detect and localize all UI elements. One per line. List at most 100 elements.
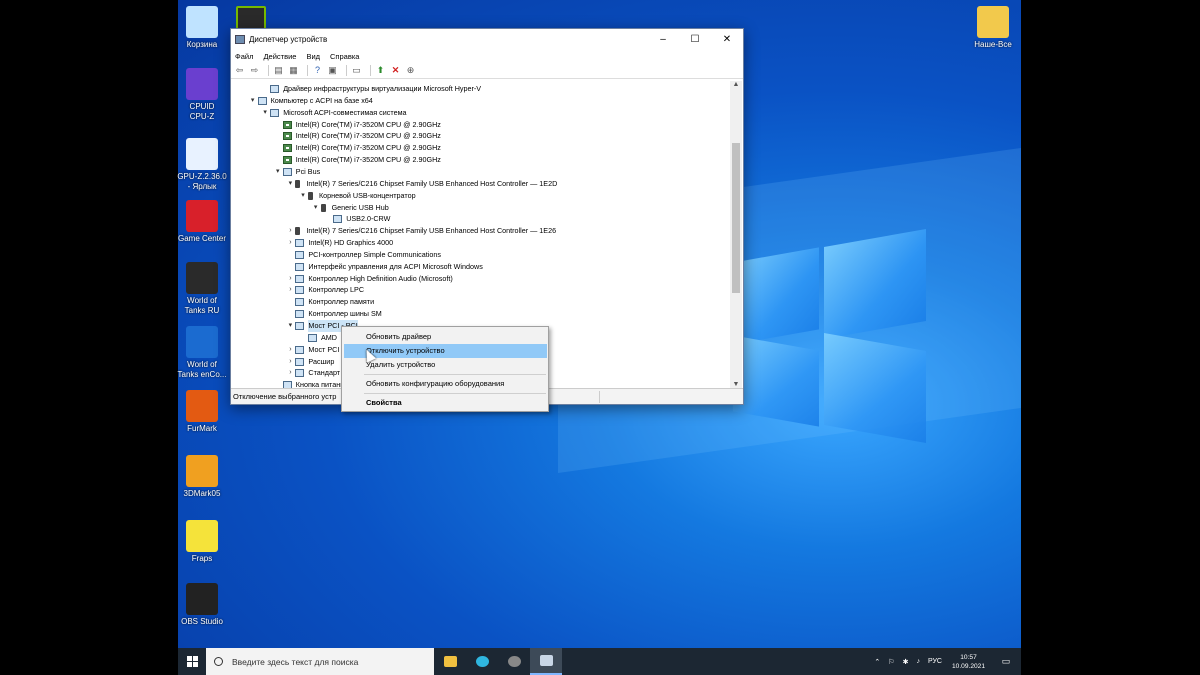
tree-item[interactable]: ▾ Generic USB Hub bbox=[311, 202, 389, 214]
tree-item[interactable]: ▾ Корневой USB-концентратор bbox=[298, 190, 416, 202]
tree-item[interactable]: Интерфейс управления для ACPI Microsoft … bbox=[285, 261, 483, 273]
expand-toggle-icon[interactable]: › bbox=[285, 225, 295, 237]
desktop-shortcut[interactable]: Fraps bbox=[174, 520, 230, 564]
taskbar-file-explorer[interactable] bbox=[434, 648, 466, 675]
expand-toggle-icon[interactable]: ▾ bbox=[298, 190, 308, 202]
desktop-shortcut[interactable]: 3DMark05 bbox=[174, 455, 230, 499]
tree-item[interactable]: Intel(R) Core(TM) i7-3520M CPU @ 2.90GHz bbox=[273, 154, 441, 166]
help-icon[interactable]: ? bbox=[312, 65, 323, 76]
refresh-icon[interactable]: ▣ bbox=[327, 65, 338, 76]
menu-bar: Файл Действие Вид Справка bbox=[231, 49, 743, 63]
menu-view[interactable]: Вид bbox=[306, 52, 320, 61]
tree-item[interactable]: › Контроллер LPC bbox=[285, 284, 364, 296]
taskbar-edge[interactable] bbox=[466, 648, 498, 675]
properties-icon[interactable]: ▤ bbox=[273, 65, 284, 76]
tree-item[interactable]: PCI-контроллер Simple Communications bbox=[285, 249, 441, 261]
start-button[interactable] bbox=[178, 648, 206, 675]
processor-icon bbox=[282, 120, 292, 129]
tray-bluetooth-icon[interactable]: ✱ bbox=[903, 658, 909, 666]
expand-toggle-icon[interactable]: › bbox=[285, 237, 295, 249]
tree-item[interactable]: › Мост PCI bbox=[285, 344, 339, 356]
desktop-shortcut-label: 3DMark05 bbox=[183, 489, 221, 498]
tray-chevron-icon[interactable]: ⌃ bbox=[874, 658, 880, 666]
desktop-shortcut[interactable]: World of Tanks enCo... bbox=[174, 326, 230, 380]
device-manager-taskbar-icon bbox=[539, 655, 553, 666]
menu-separator bbox=[364, 393, 546, 394]
menu-file[interactable]: Файл bbox=[235, 52, 253, 61]
title-bar[interactable]: Диспетчер устройств – ☐ ✕ bbox=[231, 29, 743, 49]
tree-item-label: Контроллер High Definition Audio (Micros… bbox=[308, 273, 453, 283]
expand-toggle-icon[interactable]: ▾ bbox=[285, 178, 295, 190]
tree-item[interactable]: › Стандарт bbox=[285, 367, 340, 379]
desktop-shortcut[interactable]: Наше-Все bbox=[965, 6, 1021, 50]
expand-toggle-icon[interactable]: ▾ bbox=[285, 320, 295, 332]
vertical-scrollbar[interactable]: ▲ ▼ bbox=[730, 81, 742, 388]
uninstall-icon[interactable]: ✕ bbox=[390, 65, 401, 76]
tree-item[interactable]: ▾ Intel(R) 7 Series/C216 Chipset Family U… bbox=[285, 178, 557, 190]
tree-item[interactable]: Intel(R) Core(TM) i7-3520M CPU @ 2.90GHz bbox=[273, 119, 441, 131]
minimize-button[interactable]: – bbox=[647, 34, 679, 45]
tray-language[interactable]: РУС bbox=[928, 658, 942, 665]
menu-scan-hardware[interactable]: Обновить конфигурацию оборудования bbox=[344, 377, 547, 391]
menu-update-driver[interactable]: Обновить драйвер bbox=[344, 330, 547, 344]
desktop-shortcut-label: GPU-Z.2.36.0 - Ярлык bbox=[177, 172, 227, 191]
tree-item[interactable]: › Intel(R) HD Graphics 4000 bbox=[285, 237, 393, 249]
geforce-icon[interactable] bbox=[236, 6, 266, 30]
menu-help[interactable]: Справка bbox=[330, 52, 359, 61]
menu-action[interactable]: Действие bbox=[263, 52, 296, 61]
tree-item[interactable]: ▾ Компьютер с ACPI на базе x64 bbox=[248, 95, 373, 107]
processor-icon bbox=[282, 156, 292, 165]
scroll-down-icon[interactable]: ▼ bbox=[730, 381, 742, 388]
tree-item[interactable]: Драйвер инфраструктуры виртуализации Mic… bbox=[260, 83, 481, 95]
menu-uninstall-device[interactable]: Удалить устройство bbox=[344, 358, 547, 372]
expand-toggle-icon[interactable]: › bbox=[285, 356, 295, 368]
taskbar-search[interactable]: Введите здесь текст для поиска bbox=[206, 648, 434, 675]
tree-item[interactable]: AMD bbox=[298, 332, 337, 344]
tree-item[interactable]: ▾ Microsoft ACPI-совместимая система bbox=[260, 107, 407, 119]
update-driver-icon[interactable]: ⬆ bbox=[375, 65, 386, 76]
desktop-shortcut[interactable]: CPUID CPU-Z bbox=[174, 68, 230, 122]
expand-toggle-icon[interactable]: ▾ bbox=[273, 166, 283, 178]
close-button[interactable]: ✕ bbox=[711, 34, 743, 45]
download-icon[interactable]: ⊕ bbox=[405, 65, 416, 76]
desktop-shortcut[interactable]: GPU-Z.2.36.0 - Ярлык bbox=[174, 138, 230, 192]
tree-item[interactable]: › Intel(R) 7 Series/C216 Chipset Family U… bbox=[285, 225, 556, 237]
tree-item[interactable]: Контроллер памяти bbox=[285, 296, 374, 308]
tree-item[interactable]: Intel(R) Core(TM) i7-3520M CPU @ 2.90GHz bbox=[273, 142, 441, 154]
taskbar-device-manager[interactable] bbox=[530, 648, 562, 675]
expand-toggle-icon[interactable]: › bbox=[285, 284, 295, 296]
scan-icon[interactable]: ▭ bbox=[351, 65, 362, 76]
desktop-shortcut[interactable]: Game Center bbox=[174, 200, 230, 244]
desktop-shortcut[interactable]: FurMark bbox=[174, 390, 230, 434]
expand-toggle-icon[interactable]: › bbox=[285, 273, 295, 285]
tree-item-label: AMD bbox=[321, 332, 337, 342]
tree-item[interactable]: Кнопка питания bbox=[273, 379, 348, 388]
tray-volume-icon[interactable]: ♪ bbox=[916, 658, 920, 665]
clock[interactable]: 10:57 10.09.2021 bbox=[952, 653, 985, 671]
scroll-up-icon[interactable]: ▲ bbox=[730, 81, 742, 88]
tree-item[interactable]: Контроллер шины SM bbox=[285, 308, 382, 320]
maximize-button[interactable]: ☐ bbox=[679, 34, 711, 45]
list-icon[interactable]: ▦ bbox=[288, 65, 299, 76]
tray-network-icon[interactable]: ⚐ bbox=[888, 658, 894, 666]
expand-toggle-icon[interactable]: ▾ bbox=[311, 202, 321, 214]
tree-item[interactable]: › Контроллер High Definition Audio (Micro… bbox=[285, 273, 453, 285]
expand-toggle-icon[interactable]: › bbox=[285, 367, 295, 379]
tree-item[interactable]: ▾ Pci Bus bbox=[273, 166, 320, 178]
notifications-icon[interactable]: ▭ bbox=[995, 656, 1017, 667]
taskbar-obs[interactable] bbox=[498, 648, 530, 675]
expand-toggle-icon[interactable]: ▾ bbox=[260, 107, 270, 119]
desktop-shortcut[interactable]: Корзина bbox=[174, 6, 230, 50]
tree-item[interactable]: USB2.0-CRW bbox=[323, 213, 390, 225]
processor-icon bbox=[282, 144, 292, 153]
back-icon[interactable]: ⇦ bbox=[234, 65, 245, 76]
desktop-shortcut[interactable]: World of Tanks RU bbox=[174, 262, 230, 316]
expand-toggle-icon[interactable]: ▾ bbox=[248, 95, 258, 107]
expand-toggle-icon[interactable]: › bbox=[285, 344, 295, 356]
tree-item[interactable]: Intel(R) Core(TM) i7-3520M CPU @ 2.90GHz bbox=[273, 130, 441, 142]
usb-icon bbox=[295, 179, 301, 188]
menu-properties[interactable]: Свойства bbox=[344, 396, 547, 410]
desktop-shortcut[interactable]: OBS Studio bbox=[174, 583, 230, 627]
forward-icon[interactable]: ⇨ bbox=[249, 65, 260, 76]
scroll-thumb[interactable] bbox=[732, 143, 740, 293]
